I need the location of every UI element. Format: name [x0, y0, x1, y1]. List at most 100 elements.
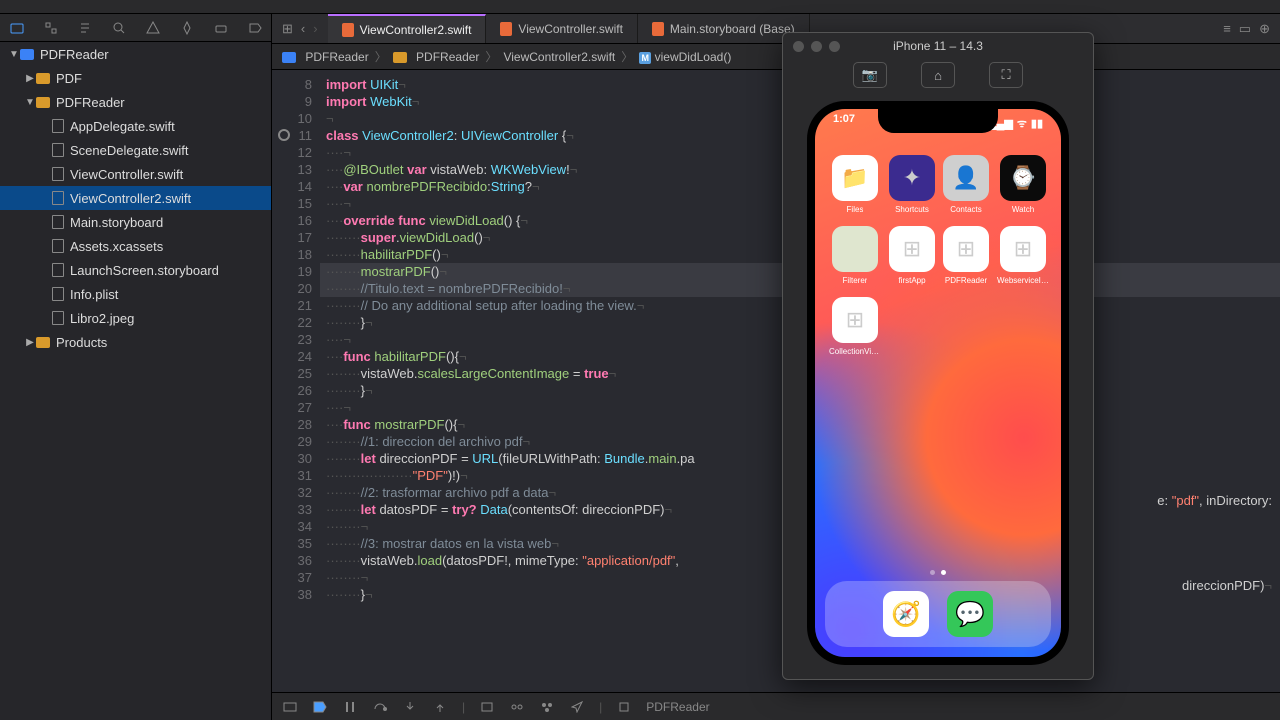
symbol-icon[interactable]: [78, 20, 92, 36]
dock-app[interactable]: 💬: [947, 591, 993, 637]
file-icon: [52, 287, 64, 301]
nav-row[interactable]: ▼PDFReader: [0, 90, 271, 114]
app-label: Contacts: [950, 205, 982, 214]
app-icon[interactable]: Filterer: [829, 226, 881, 285]
home-screen-apps[interactable]: 📁Files✦Shortcuts👤Contacts⌚WatchFilterer⊞…: [815, 155, 1061, 356]
app-icon[interactable]: ⌚Watch: [997, 155, 1049, 214]
nav-row[interactable]: ▼PDFReader: [0, 42, 271, 66]
tab-label: ViewController.swift: [518, 22, 622, 36]
app-label: WebserviceIOS: [997, 276, 1049, 285]
app-icon[interactable]: 👤Contacts: [943, 155, 989, 214]
simulator-window[interactable]: iPhone 11 – 14.3 📷 ⌂ ⛶ 1:07 ▂▄▆ᯤ▮▮ 📁File…: [782, 32, 1094, 680]
app-label: firstApp: [898, 276, 925, 285]
page-indicator[interactable]: [815, 570, 1061, 575]
breadcrumb-segment[interactable]: ViewController2.swift: [503, 50, 615, 64]
step-over-icon[interactable]: [372, 699, 388, 715]
folder-icon: [36, 337, 50, 348]
nav-row[interactable]: AppDelegate.swift: [0, 114, 271, 138]
app-icon[interactable]: ⊞PDFReader: [943, 226, 989, 285]
app-label: Shortcuts: [895, 205, 929, 214]
breadcrumb[interactable]: PDFReader〉 PDFReader〉ViewController2.swi…: [272, 44, 1280, 70]
wifi-icon: ᯤ: [1017, 116, 1027, 131]
add-editor-icon[interactable]: ⊕: [1259, 21, 1270, 37]
app-label: Files: [847, 205, 864, 214]
file-icon: [52, 143, 64, 157]
debug-icon[interactable]: [214, 20, 228, 36]
nav-row[interactable]: Info.plist: [0, 282, 271, 306]
process-icon[interactable]: [616, 699, 632, 715]
file-icon: [52, 167, 64, 181]
file-icon: [52, 119, 64, 133]
breadcrumb-segment[interactable]: PDFReader: [393, 50, 480, 64]
app-label: Watch: [1012, 205, 1034, 214]
breadcrumb-segment[interactable]: PDFReader: [282, 50, 369, 64]
debug-target[interactable]: PDFReader: [646, 700, 709, 714]
device-screen[interactable]: 1:07 ▂▄▆ᯤ▮▮ 📁Files✦Shortcuts👤Contacts⌚Wa…: [815, 109, 1061, 657]
folder-icon[interactable]: [10, 20, 24, 36]
app-icon[interactable]: ⊞CollectionView...: [829, 297, 881, 356]
assistant-icon[interactable]: ▭: [1239, 21, 1251, 37]
app-icon[interactable]: 📁Files: [829, 155, 881, 214]
editor-tab[interactable]: ViewController.swift: [486, 14, 637, 43]
app-icon[interactable]: ⊞firstApp: [889, 226, 935, 285]
file-icon: [52, 311, 64, 325]
breakpoint-nav-icon[interactable]: [248, 20, 262, 36]
notch: [878, 109, 998, 133]
navigator-tabbar[interactable]: [0, 14, 271, 42]
rotate-icon[interactable]: ⛶: [989, 62, 1023, 88]
location-icon[interactable]: [569, 699, 585, 715]
folder-icon: [36, 73, 50, 84]
issue-icon[interactable]: [146, 20, 160, 36]
nav-label: PDFReader: [40, 47, 109, 62]
editor-tab[interactable]: ViewController2.swift: [328, 14, 487, 43]
nav-label: ViewController.swift: [70, 167, 183, 182]
swift-file-icon: [342, 23, 354, 37]
nav-row[interactable]: Assets.xcassets: [0, 234, 271, 258]
file-icon: [52, 239, 64, 253]
nav-label: AppDelegate.swift: [70, 119, 175, 134]
view-debug-icon[interactable]: [479, 699, 495, 715]
screenshot-icon[interactable]: 📷: [853, 62, 887, 88]
nav-row[interactable]: ▶PDF: [0, 66, 271, 90]
simulator-toolbar[interactable]: 📷 ⌂ ⛶: [783, 59, 1093, 91]
project-navigator[interactable]: ▼PDFReader▶PDF▼PDFReader AppDelegate.swif…: [0, 14, 272, 720]
nav-row[interactable]: SceneDelegate.swift: [0, 138, 271, 162]
app-icon[interactable]: ⊞WebserviceIOS: [997, 226, 1049, 285]
app-icon[interactable]: ✦Shortcuts: [889, 155, 935, 214]
nav-row[interactable]: ▶Products: [0, 330, 271, 354]
home-icon[interactable]: ⌂: [921, 62, 955, 88]
nav-row[interactable]: ViewController.swift: [0, 162, 271, 186]
env-override-icon[interactable]: [539, 699, 555, 715]
pause-icon[interactable]: [342, 699, 358, 715]
scm-icon[interactable]: [44, 20, 58, 36]
related-items-icon[interactable]: ⊞: [282, 21, 293, 37]
dock-app[interactable]: 🧭: [883, 591, 929, 637]
nav-row[interactable]: Libro2.jpeg: [0, 306, 271, 330]
code-editor[interactable]: 8910111213141516171819202122232425262728…: [272, 70, 1280, 692]
window-toolbar: [0, 0, 1280, 14]
editor-options-icon[interactable]: ≡: [1223, 21, 1231, 36]
line-gutter[interactable]: 8910111213141516171819202122232425262728…: [272, 70, 320, 692]
search-icon[interactable]: [112, 20, 126, 36]
breadcrumb-segment[interactable]: M viewDidLoad(): [639, 50, 731, 64]
nav-row[interactable]: ViewController2.swift: [0, 186, 271, 210]
swift-file-icon: [652, 22, 664, 36]
hide-debug-icon[interactable]: [282, 699, 298, 715]
debug-bar[interactable]: | | PDFReader: [272, 692, 1280, 720]
back-icon[interactable]: ‹: [301, 21, 305, 36]
nav-row[interactable]: LaunchScreen.storyboard: [0, 258, 271, 282]
editor-tab-bar[interactable]: ⊞ ‹ › ViewController2.swift ViewControlle…: [272, 14, 1280, 44]
file-icon: [52, 263, 64, 277]
step-into-icon[interactable]: [402, 699, 418, 715]
dock[interactable]: 🧭💬: [825, 581, 1051, 647]
nav-row[interactable]: Main.storyboard: [0, 210, 271, 234]
forward-icon[interactable]: ›: [313, 21, 317, 36]
step-out-icon[interactable]: [432, 699, 448, 715]
simulator-titlebar[interactable]: iPhone 11 – 14.3: [783, 33, 1093, 59]
test-icon[interactable]: [180, 20, 194, 36]
nav-label: PDF: [56, 71, 82, 86]
memory-graph-icon[interactable]: [509, 699, 525, 715]
folder-icon: [36, 97, 50, 108]
breakpoints-icon[interactable]: [312, 699, 328, 715]
nav-label: SceneDelegate.swift: [70, 143, 189, 158]
